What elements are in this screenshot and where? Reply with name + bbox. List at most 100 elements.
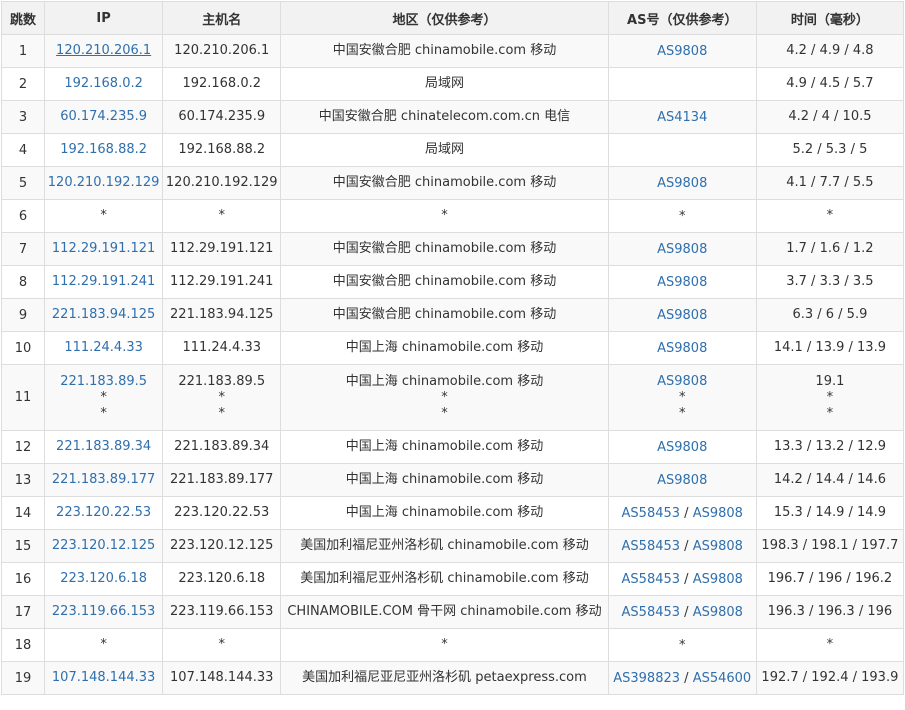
as-link[interactable]: AS9808 [693,605,743,620]
as-link[interactable]: AS9808 [657,308,707,323]
as-link[interactable]: AS9808 [657,473,707,488]
hop-cell: 8 [0,265,46,299]
as-link[interactable]: AS398823 [613,671,680,686]
region-cell: 中国上海 chinamobile.com 移动 [280,331,609,365]
hop-cell: 3 [0,100,46,134]
ip-link[interactable]: 221.183.89.34 [47,439,160,455]
as-placeholder: * [678,389,686,405]
ip-link[interactable]: 111.24.4.33 [47,340,160,356]
ip-cell: 120.210.192.129 [44,166,164,200]
hostname-cell: 221.183.94.125 [162,298,282,332]
ip-link[interactable]: 112.29.191.241 [47,274,160,290]
time-text: 6.3 / 6 / 5.9 [792,307,868,322]
ip-link[interactable]: 223.120.22.53 [47,505,160,521]
as-link[interactable]: AS9808 [657,275,707,290]
ip-link[interactable]: 221.183.94.125 [47,307,160,323]
as-link[interactable]: AS54600 [693,671,752,686]
region-text: * [441,405,448,421]
ip-link[interactable]: 221.183.89.177 [47,472,160,488]
hostname-cell: 223.120.12.125 [162,529,282,563]
ip-link[interactable]: 112.29.191.121 [47,241,160,257]
time-cell: 19.1 * * [755,364,905,431]
hop-cell: 12 [0,430,46,464]
header-ip: IP [44,1,164,35]
hostname-cell: 112.29.191.241 [162,265,282,299]
ip-link[interactable]: 223.119.66.153 [47,604,160,620]
ip-link[interactable]: 192.168.88.2 [47,142,160,158]
region-text: 中国上海 chinamobile.com 移动 [345,439,544,454]
hostname-cell: * [162,628,282,662]
as-link[interactable]: AS9808 [657,440,707,455]
time-text: 4.2 / 4.9 / 4.8 [786,43,874,58]
region-cell: 美国加利福尼亚尼亚州洛杉矶 petaexpress.com [280,661,609,695]
ip-link[interactable]: 223.120.6.18 [47,571,160,587]
region-cell: 中国安徽合肥 chinamobile.com 移动 [280,34,609,68]
time-text: 196.7 / 196 / 196.2 [767,571,893,586]
as-placeholder: * [678,405,686,421]
as-number-cell: AS4134 [607,100,757,134]
ip-cell: * [44,628,164,662]
time-text: 19.1 [815,373,845,389]
ip-link[interactable]: 192.168.0.2 [47,76,160,92]
ip-cell: 192.168.88.2 [44,133,164,167]
ip-placeholder: * [100,389,107,405]
as-link[interactable]: AS9808 [693,572,743,587]
as-link[interactable]: AS9808 [611,374,754,390]
ip-cell: 223.120.22.53 [44,496,164,530]
as-link[interactable]: AS9808 [657,176,707,191]
ip-cell: 221.183.89.5 * * [44,364,164,431]
region-cell: CHINAMOBILE.COM 骨干网 chinamobile.com 移动 [280,595,609,629]
ip-link[interactable]: 120.210.206.1 [47,43,160,59]
as-link[interactable]: AS58453 [622,539,681,554]
as-link[interactable]: AS9808 [657,44,707,59]
region-cell: 中国上海 chinamobile.com 移动 [280,430,609,464]
hostname-cell: 111.24.4.33 [162,331,282,365]
hostname-cell: 223.120.22.53 [162,496,282,530]
header-time: 时间（毫秒） [755,1,905,35]
time-text: 192.7 / 192.4 / 193.9 [761,670,899,685]
as-separator: / [684,505,689,521]
traceroute-table: 跳数 IP 主机名 地区（仅供参考） AS号（仅供参考） 时间（毫秒） 1 120… [0,1,905,695]
as-link[interactable]: AS58453 [622,506,681,521]
as-number-cell: AS9808 [607,331,757,365]
ip-cell: 192.168.0.2 [44,67,164,101]
region-cell: 局域网 [280,133,609,167]
hostname-text: 223.120.6.18 [178,571,266,586]
table-row: 6 * * * * * [0,199,905,233]
time-cell: 13.3 / 13.2 / 12.9 [755,430,905,464]
hostname-cell: 221.183.89.177 [162,463,282,497]
region-text: * [441,389,448,405]
time-text: 15.3 / 14.9 / 14.9 [773,505,886,520]
as-number-cell: AS58453 / AS9808 [607,496,757,530]
as-link[interactable]: AS9808 [693,539,743,554]
as-link[interactable]: AS4134 [657,110,707,125]
as-link[interactable]: AS9808 [657,341,707,356]
time-cell: 4.1 / 7.7 / 5.5 [755,166,905,200]
ip-cell: 223.120.12.125 [44,529,164,563]
table-row: 12 221.183.89.34 221.183.89.34 中国上海 chinamo… [0,430,905,464]
as-link[interactable]: AS9808 [693,506,743,521]
ip-link[interactable]: 107.148.144.33 [47,670,160,686]
ip-cell: 111.24.4.33 [44,331,164,365]
hop-cell: 4 [0,133,46,167]
ip-cell: * [44,199,164,233]
time-cell: 6.3 / 6 / 5.9 [755,298,905,332]
ip-link[interactable]: 223.120.12.125 [47,538,160,554]
as-link[interactable]: AS9808 [657,242,707,257]
time-text: 14.2 / 14.4 / 14.6 [773,472,886,487]
hostname-text: 111.24.4.33 [182,340,262,355]
ip-link[interactable]: 120.210.192.129 [47,175,160,191]
region-cell: 中国安徽合肥 chinatelecom.com.cn 电信 [280,100,609,134]
hostname-cell: 223.119.66.153 [162,595,282,629]
table-row: 2 192.168.0.2 192.168.0.2 局域网 4.9 / 4.5 / 5.… [0,67,905,101]
as-link[interactable]: AS58453 [622,605,681,620]
hostname-text: * [218,389,225,405]
hostname-text: 112.29.191.121 [170,241,274,256]
region-cell: * [280,628,609,662]
as-number-cell: * [607,628,757,662]
hop-cell: 9 [0,298,46,332]
ip-link[interactable]: 60.174.235.9 [47,109,160,125]
region-text: 中国上海 chinamobile.com 移动 [345,373,544,389]
as-link[interactable]: AS58453 [622,572,681,587]
ip-link[interactable]: 221.183.89.5 [47,374,160,390]
